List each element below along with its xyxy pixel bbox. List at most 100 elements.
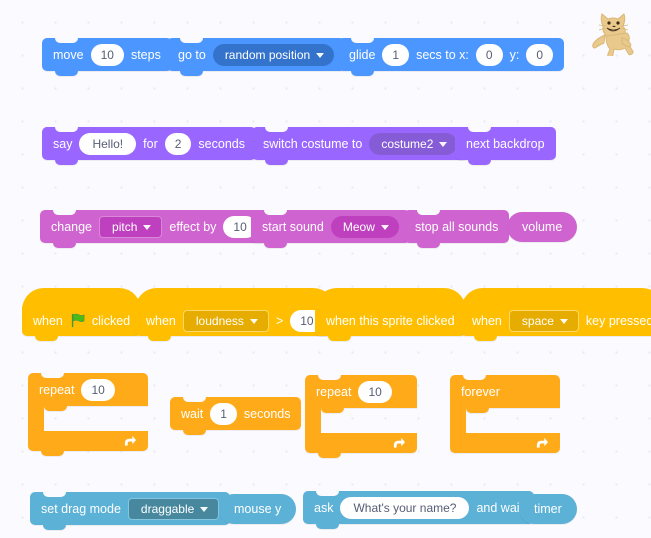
volume-label: volume: [522, 220, 563, 234]
forever-body-slot[interactable]: [450, 408, 489, 433]
stop-all-sounds-label: stop all sounds: [415, 219, 499, 234]
chevron-down-icon: [316, 52, 325, 58]
block-wait-seconds[interactable]: wait 1 seconds: [170, 397, 302, 435]
when-greater-source-value: loudness: [195, 313, 244, 328]
timer-label: timer: [534, 502, 562, 516]
sound-effect-value: pitch: [112, 219, 138, 234]
sound-name-value: Meow: [342, 219, 375, 234]
steps-label: steps: [130, 47, 161, 62]
block-forever[interactable]: forever: [450, 375, 560, 453]
when-greater-source-dropdown[interactable]: loudness: [182, 309, 269, 332]
move-label: move: [53, 47, 84, 62]
key-dropdown[interactable]: space: [508, 309, 579, 332]
for-label: for: [143, 136, 158, 151]
reporter-mouse-y[interactable]: mouse y: [219, 494, 297, 524]
block-go-to[interactable]: go to random position: [167, 38, 346, 76]
chevron-down-icon: [249, 318, 258, 324]
chevron-down-icon: [559, 318, 568, 324]
chevron-down-icon: [439, 141, 448, 147]
costume-dropdown[interactable]: costume2: [369, 132, 458, 155]
sound-effect-dropdown[interactable]: pitch: [99, 215, 163, 238]
repeat-label: repeat: [39, 382, 75, 397]
switch-costume-label: switch costume to: [263, 136, 363, 151]
loop-arrow-icon: [536, 437, 548, 448]
move-steps-input[interactable]: 10: [90, 43, 124, 66]
go-to-target-value: random position: [224, 47, 311, 62]
repeat-b-footer: [305, 433, 417, 458]
glide-secs-to-x-label: secs to x:: [416, 47, 469, 62]
repeat-a-count-input[interactable]: 10: [81, 378, 115, 401]
chevron-down-icon: [143, 224, 152, 230]
glide-label: glide: [349, 47, 376, 62]
when-label: when: [146, 313, 176, 328]
repeat-label: repeat: [316, 384, 352, 399]
and-wait-label: and wait: [476, 500, 524, 515]
say-label: say: [53, 136, 73, 151]
block-when-this-sprite-clicked[interactable]: when this sprite clicked: [315, 288, 466, 341]
say-seconds-input[interactable]: 2: [164, 132, 192, 155]
chevron-down-icon: [200, 506, 209, 512]
repeat-a-footer: [28, 431, 148, 456]
glide-x-input[interactable]: 0: [475, 43, 503, 66]
block-stop-all-sounds[interactable]: stop all sounds: [404, 210, 510, 248]
effect-by-label: effect by: [169, 219, 217, 234]
key-pressed-label: key pressed: [585, 313, 651, 328]
go-to-label: go to: [178, 47, 206, 62]
block-next-backdrop[interactable]: next backdrop: [455, 127, 556, 165]
next-backdrop-label: next backdrop: [466, 136, 545, 151]
block-palette-canvas: move 10 steps go to random position glid…: [0, 0, 651, 538]
repeat-a-header[interactable]: repeat 10: [28, 373, 148, 406]
greater-than-operator: >: [275, 313, 284, 328]
glide-secs-input[interactable]: 1: [382, 43, 410, 66]
block-change-sound-effect[interactable]: change pitch effect by 10: [40, 210, 268, 248]
mouse-y-label: mouse y: [234, 502, 282, 516]
clicked-label: clicked: [91, 313, 131, 328]
forever-label: forever: [461, 384, 500, 399]
block-say-for-seconds[interactable]: say Hello! for 2 seconds: [42, 127, 256, 165]
block-glide-secs-to-xy[interactable]: glide 1 secs to x: 0 y: 0: [338, 38, 565, 76]
ask-label: ask: [314, 500, 334, 515]
chevron-down-icon: [380, 224, 389, 230]
drag-mode-value: draggable: [140, 501, 195, 516]
costume-value: costume2: [381, 136, 434, 151]
when-this-sprite-clicked-label: when this sprite clicked: [326, 313, 455, 328]
wait-seconds-input[interactable]: 1: [210, 402, 237, 425]
ask-question-input[interactable]: What's your name?: [340, 496, 470, 519]
green-flag-icon: [71, 313, 85, 328]
set-drag-mode-label: set drag mode: [41, 501, 121, 516]
loop-arrow-icon: [124, 435, 136, 446]
key-value: space: [521, 313, 554, 328]
sound-name-dropdown[interactable]: Meow: [330, 215, 399, 238]
block-switch-costume[interactable]: switch costume to costume2: [252, 127, 469, 165]
repeat-a-body-slot[interactable]: [28, 406, 67, 431]
block-when-greater-than[interactable]: when loudness > 10: [135, 288, 335, 341]
forever-footer: [450, 433, 560, 453]
block-set-drag-mode[interactable]: set drag mode draggable: [30, 492, 231, 530]
when-label: when: [472, 313, 502, 328]
repeat-b-body-slot[interactable]: [305, 408, 344, 433]
wait-label: wait: [181, 406, 204, 421]
block-repeat-a[interactable]: repeat 10: [28, 373, 148, 456]
say-message-input[interactable]: Hello!: [79, 132, 137, 155]
reporter-timer[interactable]: timer: [519, 494, 577, 524]
block-ask-and-wait[interactable]: ask What's your name? and wait: [303, 491, 535, 529]
block-repeat-b[interactable]: repeat 10: [305, 375, 417, 458]
seconds-label: seconds: [243, 406, 291, 421]
drag-mode-dropdown[interactable]: draggable: [127, 497, 220, 520]
reporter-volume[interactable]: volume: [507, 212, 578, 242]
glide-y-label: y:: [509, 47, 520, 62]
go-to-target-dropdown[interactable]: random position: [212, 43, 335, 66]
change-label: change: [51, 219, 93, 234]
scratch-cat-sprite: [592, 13, 634, 56]
forever-header[interactable]: forever: [450, 375, 560, 408]
block-when-key-pressed[interactable]: when space key pressed: [461, 288, 651, 341]
block-start-sound[interactable]: start sound Meow: [251, 210, 410, 248]
seconds-label: seconds: [198, 136, 245, 151]
loop-arrow-icon: [393, 437, 405, 448]
block-move-steps[interactable]: move 10 steps: [42, 38, 172, 76]
glide-y-input[interactable]: 0: [526, 43, 554, 66]
repeat-b-count-input[interactable]: 10: [358, 380, 392, 403]
block-when-flag-clicked[interactable]: when clicked: [22, 288, 142, 341]
when-label: when: [33, 313, 63, 328]
repeat-b-header[interactable]: repeat 10: [305, 375, 417, 408]
